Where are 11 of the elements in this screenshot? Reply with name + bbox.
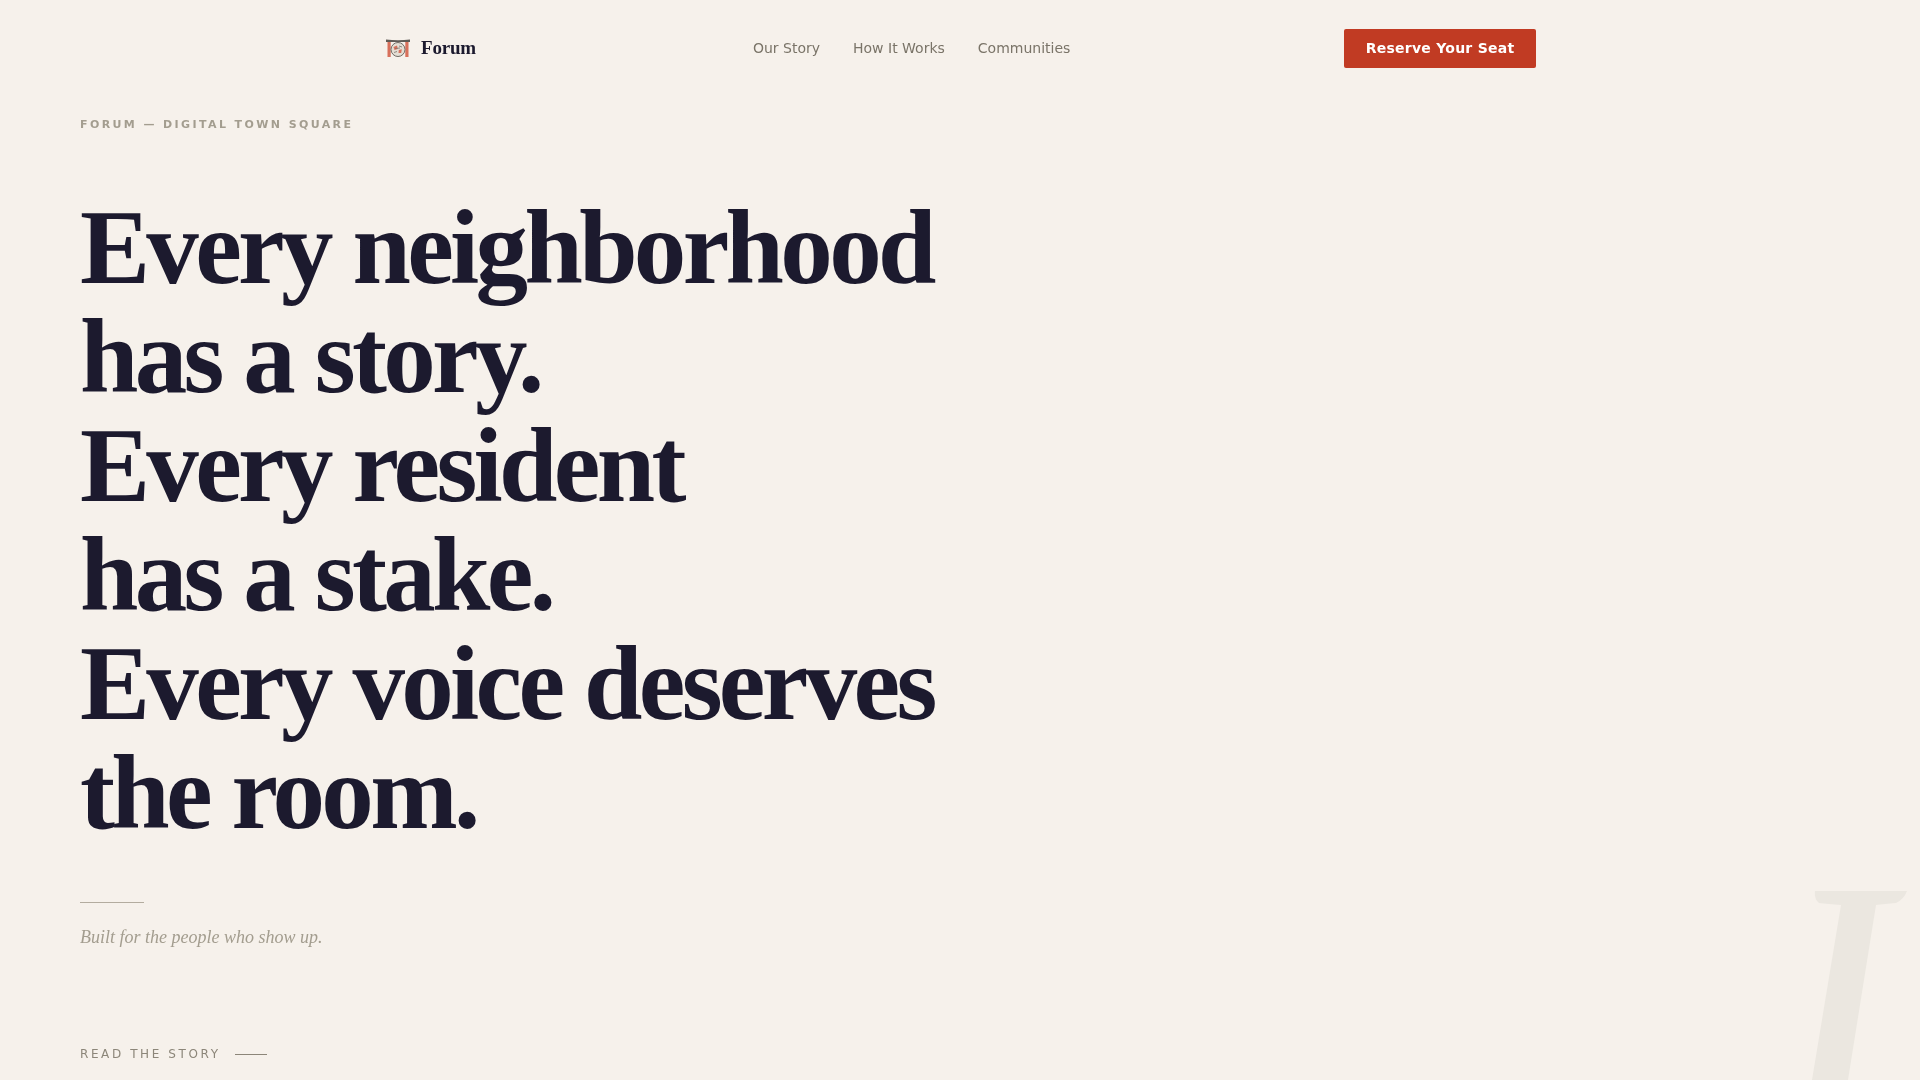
brand-link[interactable]: Forum — [386, 37, 476, 59]
brand-name: Forum — [421, 37, 476, 59]
logo-icon — [386, 39, 410, 57]
nav-link[interactable]: How It Works — [853, 39, 945, 57]
tagline: Built for the people who show up. — [80, 926, 323, 949]
reserve-seat-button[interactable]: Reserve Your Seat — [1344, 28, 1536, 68]
eyebrow-label: FORUM — DIGITAL TOWN SQUARE — [80, 118, 354, 132]
nav-link[interactable]: Communities — [977, 39, 1071, 57]
nav-link[interactable]: Our Story — [752, 39, 821, 57]
headline: Every neighborhood has a story. Every resident has a stake. Every voice deserves the room. — [80, 193, 934, 847]
read-story-link[interactable]: READ THE STORY — [80, 1046, 267, 1062]
